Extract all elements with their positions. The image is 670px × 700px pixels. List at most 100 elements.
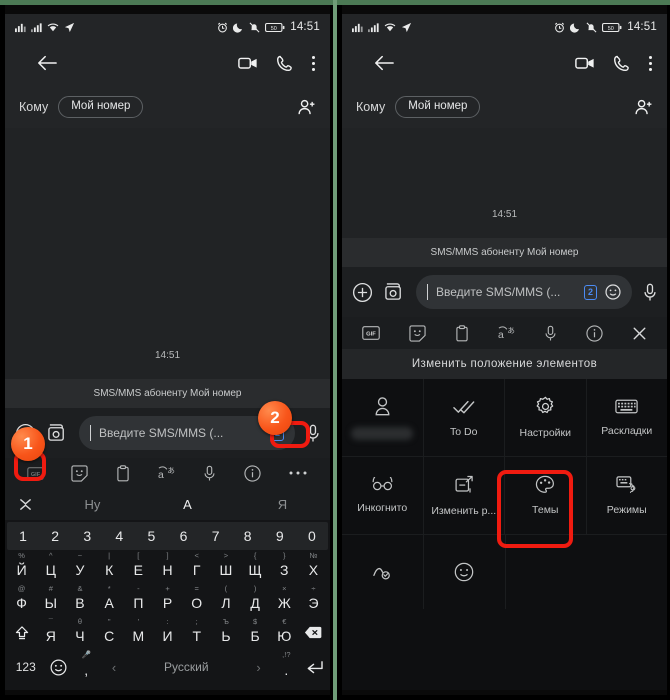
- battery-icon: 50: [602, 22, 622, 33]
- translate-icon[interactable]: aあ: [497, 325, 515, 342]
- key-ю[interactable]: € Ю: [270, 616, 299, 649]
- key-х[interactable]: № Х: [299, 550, 328, 583]
- suggestion-item[interactable]: Ну: [45, 497, 140, 512]
- menu-item-profile[interactable]: [342, 379, 424, 457]
- microphone-icon[interactable]: [643, 283, 657, 302]
- emoji-icon[interactable]: [45, 649, 73, 685]
- key-р[interactable]: + Р: [153, 583, 182, 616]
- menu-item-handwriting[interactable]: [342, 535, 424, 609]
- microphone-icon[interactable]: [544, 325, 557, 342]
- video-camera-icon[interactable]: [575, 55, 595, 71]
- message-input[interactable]: Введите SMS/MMS (... 2: [416, 275, 632, 309]
- key-з[interactable]: } З: [270, 550, 299, 583]
- more-horizontal-icon[interactable]: [288, 470, 308, 476]
- add-person-icon[interactable]: [634, 99, 653, 116]
- key-0[interactable]: 0: [296, 522, 328, 550]
- key-и[interactable]: :И: [153, 616, 182, 649]
- smiley-icon[interactable]: [605, 284, 621, 300]
- menu-item-todo[interactable]: To Do: [423, 379, 505, 457]
- key-numeric-mode[interactable]: 123: [7, 649, 45, 685]
- enter-icon[interactable]: [300, 649, 328, 685]
- gif-icon[interactable]: GIF: [27, 466, 44, 480]
- plus-circle-icon[interactable]: [352, 282, 373, 303]
- key-у[interactable]: ~ У: [65, 550, 94, 583]
- key-next-language[interactable]: ›: [245, 649, 273, 685]
- key-prev-language[interactable]: ‹: [100, 649, 128, 685]
- menu-item-themes[interactable]: Темы: [505, 457, 587, 535]
- key-ф[interactable]: @ Ф: [7, 583, 36, 616]
- recipient-chip[interactable]: Мой номер: [395, 96, 481, 118]
- menu-item-layouts[interactable]: Раскладки: [586, 379, 667, 457]
- collapse-chevron-icon[interactable]: [5, 497, 45, 512]
- more-vertical-icon[interactable]: [311, 55, 316, 72]
- key-д[interactable]: ) Д: [241, 583, 270, 616]
- key-л[interactable]: (Л: [211, 583, 240, 616]
- key-б[interactable]: $ Б: [241, 616, 270, 649]
- key-ы[interactable]: # Ы: [36, 583, 65, 616]
- key-comma[interactable]: 🎤,: [72, 649, 100, 685]
- menu-item-resize[interactable]: Изменить р...: [423, 457, 505, 535]
- backspace-icon[interactable]: [299, 616, 328, 649]
- phone-icon[interactable]: [276, 55, 293, 72]
- key-н[interactable]: ] Н: [153, 550, 182, 583]
- key-т[interactable]: ; Т: [182, 616, 211, 649]
- key-9[interactable]: 9: [264, 522, 296, 550]
- key-п[interactable]: -П: [124, 583, 153, 616]
- video-camera-icon[interactable]: [238, 55, 258, 71]
- key-м[interactable]: ' М: [124, 616, 153, 649]
- info-icon[interactable]: [586, 324, 603, 342]
- more-vertical-icon[interactable]: [648, 55, 653, 72]
- key-й[interactable]: % Й: [7, 550, 36, 583]
- clipboard-icon[interactable]: [116, 464, 130, 482]
- key-7[interactable]: 7: [200, 522, 232, 550]
- recipient-chip[interactable]: Мой номер: [58, 96, 144, 118]
- sticker-icon[interactable]: [71, 464, 88, 482]
- shift-icon[interactable]: [7, 616, 36, 649]
- key-ж[interactable]: × Ж: [270, 583, 299, 616]
- key-ч[interactable]: θЧ: [65, 616, 94, 649]
- key-э[interactable]: ÷ Э: [299, 583, 328, 616]
- microphone-icon[interactable]: [306, 424, 320, 443]
- image-camera-icon[interactable]: [384, 282, 405, 302]
- key-я[interactable]: ¯ Я: [36, 616, 65, 649]
- key-с[interactable]: " С: [95, 616, 124, 649]
- key-4[interactable]: 4: [103, 522, 135, 550]
- back-arrow-icon[interactable]: [37, 54, 57, 72]
- suggestion-item[interactable]: Я: [235, 497, 330, 512]
- key-5[interactable]: 5: [135, 522, 167, 550]
- back-arrow-icon[interactable]: [374, 54, 394, 72]
- menu-item-modes[interactable]: Режимы: [586, 457, 667, 535]
- close-icon[interactable]: [632, 326, 647, 341]
- key-ц[interactable]: ^ Ц: [36, 550, 65, 583]
- key-6[interactable]: 6: [167, 522, 199, 550]
- key-8[interactable]: 8: [232, 522, 264, 550]
- key-spacebar[interactable]: Русский: [128, 649, 245, 685]
- info-icon[interactable]: [243, 464, 261, 482]
- key-1[interactable]: 1: [7, 522, 39, 550]
- clipboard-icon[interactable]: [455, 324, 469, 342]
- suggestion-item[interactable]: А: [140, 497, 235, 512]
- key-г[interactable]: < Г: [182, 550, 211, 583]
- key-3[interactable]: 3: [71, 522, 103, 550]
- key-а[interactable]: * А: [95, 583, 124, 616]
- key-period[interactable]: ,!?.: [272, 649, 300, 685]
- menu-item-settings[interactable]: Настройки: [505, 379, 587, 457]
- key-е[interactable]: [Е: [124, 550, 153, 583]
- key-к[interactable]: | К: [95, 550, 124, 583]
- key-о[interactable]: = О: [182, 583, 211, 616]
- key-ш[interactable]: > Ш: [211, 550, 240, 583]
- key-щ[interactable]: {Щ: [241, 550, 270, 583]
- menu-item-incognito[interactable]: Инкогнито: [342, 457, 424, 535]
- add-person-icon[interactable]: [297, 99, 316, 116]
- translate-icon[interactable]: aあ: [157, 465, 175, 482]
- sticker-icon[interactable]: [409, 324, 426, 342]
- key-2[interactable]: 2: [39, 522, 71, 550]
- phone-icon[interactable]: [613, 55, 630, 72]
- menu-item-emoji[interactable]: [424, 535, 506, 609]
- sim-badge[interactable]: 2: [583, 284, 597, 300]
- microphone-icon[interactable]: [203, 465, 216, 482]
- key-в[interactable]: & В: [65, 583, 94, 616]
- gif-icon[interactable]: GIF: [362, 326, 381, 340]
- key-ь[interactable]: ЪЬ: [211, 616, 240, 649]
- image-camera-icon[interactable]: [47, 423, 68, 443]
